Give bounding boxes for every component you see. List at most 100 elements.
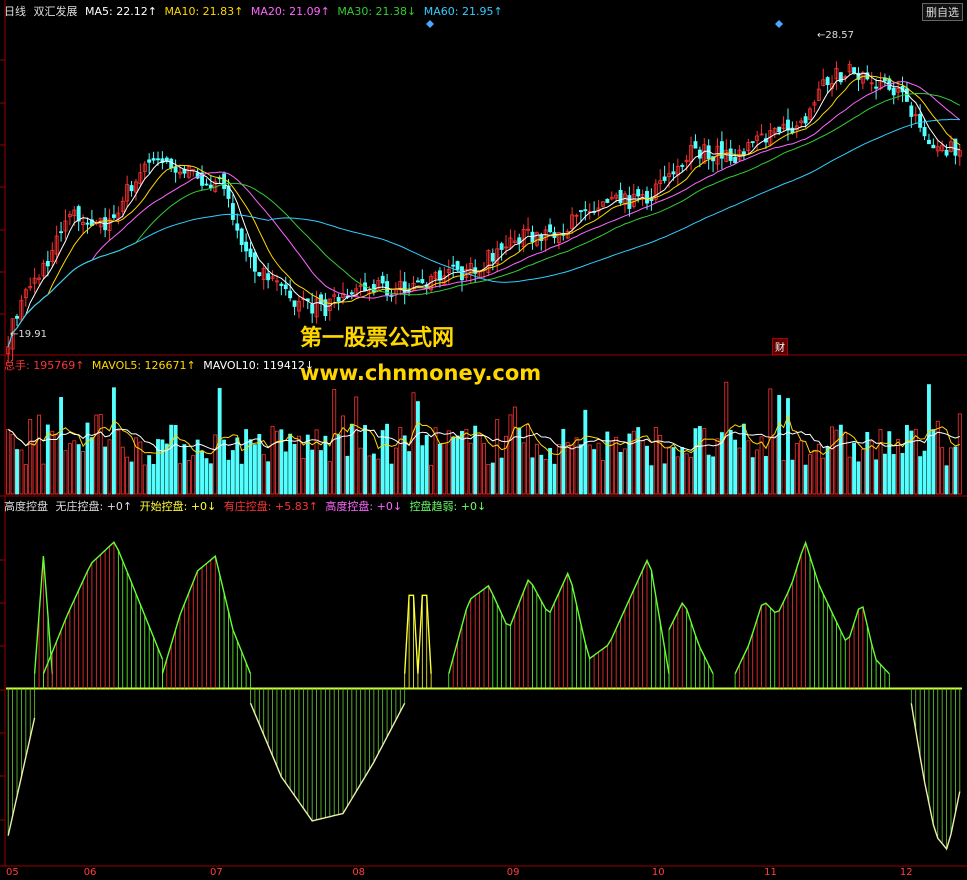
- volume-bar: [288, 433, 293, 495]
- volume-bar: [794, 443, 799, 495]
- volume-bar: [363, 425, 367, 495]
- candle-body: [230, 203, 235, 220]
- candle-body: [662, 176, 667, 181]
- volume-bar: [442, 442, 447, 495]
- volume-bar: [310, 449, 315, 495]
- volume-bar: [693, 428, 698, 495]
- volume-bar: [662, 463, 667, 495]
- candle-body: [147, 159, 152, 163]
- volume-bar: [913, 428, 918, 495]
- finance-badge[interactable]: 财: [772, 338, 788, 355]
- volume-bar: [587, 444, 592, 495]
- indicator-title: 高度控盘: [4, 500, 48, 513]
- candle-body: [777, 126, 782, 133]
- volume-bar: [274, 430, 279, 495]
- candle-body: [239, 228, 244, 246]
- volume-bar: [54, 434, 59, 495]
- volume-bar: [623, 448, 627, 495]
- candle-body: [283, 284, 288, 290]
- ma20-line: [7, 80, 961, 348]
- volume-bar: [142, 464, 147, 495]
- volume-bar: [878, 429, 883, 495]
- candle-body: [349, 292, 354, 295]
- volume-bar: [830, 426, 834, 495]
- candle-body: [235, 223, 240, 231]
- volume-bar: [671, 447, 676, 495]
- chart-canvas[interactable]: [0, 0, 967, 880]
- volume-bar: [896, 439, 901, 495]
- candle-body: [733, 156, 738, 163]
- volume-bar: [772, 435, 777, 495]
- candle-body: [750, 141, 755, 144]
- candle-body: [380, 275, 385, 284]
- volume-bar: [301, 457, 306, 495]
- volume-bar: [41, 463, 46, 495]
- x-tick-label: 06: [83, 867, 97, 878]
- volume-bar: [261, 454, 266, 495]
- volume-title: 总手:: [4, 359, 34, 372]
- ma30-label: MA30: 21.38↓: [337, 5, 417, 18]
- volume-bar: [706, 454, 711, 495]
- volume-bar: [803, 464, 808, 495]
- volume-bar: [927, 384, 931, 495]
- volume-bar: [169, 424, 174, 495]
- volume-bar: [72, 440, 77, 495]
- volume-bar: [398, 427, 403, 495]
- candle-body: [636, 189, 641, 197]
- volume-bar: [358, 447, 363, 495]
- volume-bar: [98, 414, 103, 495]
- candle-body: [944, 149, 949, 156]
- volume-bar: [750, 457, 755, 495]
- candle-body: [336, 297, 341, 302]
- volume-bar: [860, 448, 865, 495]
- price-header: 日线 双汇发展 MA5: 22.12↑ MA10: 21.83↑ MA20: 2…: [4, 3, 507, 19]
- volume-bar: [825, 446, 830, 495]
- volume-bar: [371, 453, 376, 495]
- volume-bar: [111, 387, 116, 495]
- volume-bar: [482, 443, 486, 495]
- volume-bar: [226, 459, 231, 495]
- volume-bar: [618, 451, 623, 495]
- volume-bar: [561, 428, 566, 495]
- candle-body: [693, 141, 698, 149]
- volume-bar: [539, 454, 544, 495]
- candle-body: [15, 315, 19, 319]
- price-low-value: 19.91: [18, 329, 48, 340]
- volume-bar: [680, 447, 685, 495]
- x-tick-label: 05: [6, 867, 19, 878]
- volume-bar: [305, 434, 310, 495]
- volume-bar: [411, 392, 416, 495]
- volume-bar: [715, 438, 720, 495]
- volume-bar: [107, 439, 112, 495]
- candle-body: [169, 158, 174, 169]
- candle-body: [248, 248, 253, 258]
- volume-bar: [944, 465, 949, 495]
- volume-bar: [59, 397, 64, 495]
- remove-watchlist-button[interactable]: 删自选: [922, 3, 963, 21]
- volume-bar: [949, 447, 953, 495]
- candle-body: [918, 113, 923, 128]
- x-tick-label: 08: [352, 867, 366, 878]
- volume-bar: [116, 430, 121, 495]
- candle-body: [627, 195, 632, 209]
- price-high-marker: ←28.57: [817, 30, 855, 41]
- candle-body: [451, 264, 456, 267]
- volume-bar: [495, 418, 500, 495]
- candle-body: [909, 105, 914, 117]
- volume-bar: [689, 456, 694, 495]
- volume-bar: [164, 443, 169, 495]
- volume-bar: [10, 434, 15, 495]
- candle-body: [257, 272, 262, 276]
- event-marker: [426, 20, 434, 28]
- candle-body: [490, 252, 495, 262]
- volume-bar: [521, 442, 526, 495]
- candle-body: [922, 127, 927, 137]
- candle-body: [719, 141, 724, 159]
- volume-bar: [552, 463, 557, 495]
- volume-bar: [675, 456, 680, 495]
- volume-bar: [89, 437, 94, 495]
- ma60-label: MA60: 21.95↑: [423, 5, 503, 18]
- candle-body: [266, 273, 271, 281]
- volume-bar: [402, 435, 407, 495]
- ma10-line: [7, 75, 961, 348]
